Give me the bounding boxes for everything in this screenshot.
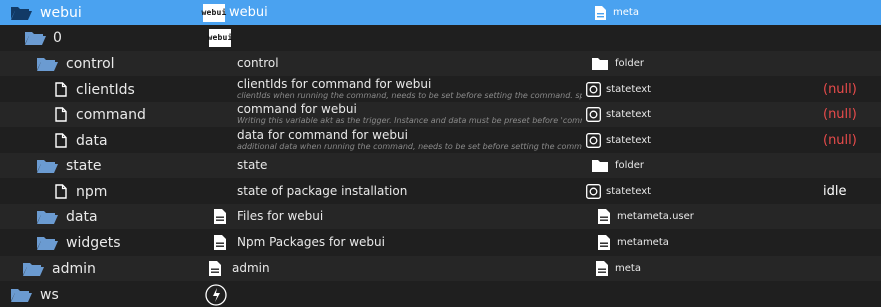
tree-row-description: additional data when running the command… bbox=[237, 142, 582, 151]
tree-row-state[interactable]: state state folder bbox=[0, 153, 881, 178]
tree-row-clientIds[interactable]: clientIds clientIds for command for webu… bbox=[0, 77, 881, 102]
document-icon bbox=[214, 230, 226, 255]
tree-row-title: state bbox=[237, 158, 268, 172]
file-icon bbox=[55, 77, 67, 102]
tree-row-0[interactable]: 0 webui bbox=[0, 25, 881, 50]
tree-row-ws[interactable]: ws bbox=[0, 282, 881, 307]
tree-row-name: 0 bbox=[53, 29, 62, 46]
state-icon bbox=[586, 102, 601, 127]
tree-row-type: statetext bbox=[606, 186, 652, 197]
folder-open-icon[interactable] bbox=[24, 25, 46, 50]
tree-row-name: widgets bbox=[66, 234, 121, 251]
file-icon bbox=[55, 179, 67, 204]
state-icon bbox=[586, 128, 601, 153]
document-icon bbox=[209, 256, 221, 281]
folder-open-icon[interactable] bbox=[22, 256, 44, 281]
tree-row-title: state of package installation bbox=[237, 184, 408, 198]
tree-row-title: command for webui bbox=[237, 102, 357, 116]
folder-open-icon[interactable] bbox=[36, 230, 58, 255]
tree-row-title-block: clientIds for command for webui clientId… bbox=[237, 77, 582, 102]
tree-row-description: clientIds when running the command, need… bbox=[237, 91, 582, 100]
tree-row-value[interactable]: idle bbox=[823, 179, 846, 204]
folder-icon bbox=[592, 51, 608, 76]
tree-row-title: Npm Packages for webui bbox=[237, 235, 385, 249]
webui-logo-icon: webui bbox=[207, 25, 232, 50]
tree-row-title: clientIds for command for webui bbox=[237, 77, 432, 91]
tree-row-type: metameta bbox=[617, 237, 669, 248]
tree-row-type: statetext bbox=[606, 135, 652, 146]
tree-row-type: meta bbox=[613, 7, 639, 18]
tree-row-control[interactable]: control control folder bbox=[0, 51, 881, 76]
tree-row-admin[interactable]: admin admin meta bbox=[0, 256, 881, 281]
tree-row-title: Files for webui bbox=[237, 209, 324, 223]
tree-row-name: data bbox=[76, 132, 108, 149]
tree-row-type: statetext bbox=[606, 84, 652, 95]
folder-open-icon[interactable] bbox=[36, 153, 58, 178]
tree-row-value[interactable]: (null) bbox=[823, 102, 857, 127]
tree-row-name: ws bbox=[40, 286, 59, 303]
tree-row-webui[interactable]: webui webui webui meta bbox=[0, 0, 881, 25]
tree-row-title-block: data for command for webui additional da… bbox=[237, 128, 582, 153]
file-icon bbox=[55, 128, 67, 153]
folder-open-icon[interactable] bbox=[36, 204, 58, 229]
tree-row-name: clientIds bbox=[76, 81, 135, 98]
tree-row-name: data bbox=[66, 208, 98, 225]
ws-logo-icon bbox=[205, 282, 227, 307]
folder-open-icon[interactable] bbox=[10, 0, 32, 25]
tree-row-command[interactable]: command command for webui Writing this v… bbox=[0, 102, 881, 127]
webui-logo-icon: webui bbox=[201, 0, 226, 25]
tree-row-type: folder bbox=[615, 58, 645, 69]
tree-row-name: webui bbox=[40, 4, 82, 21]
tree-row-description: Writing this variable akt as the trigger… bbox=[237, 116, 582, 125]
tree-row-name: npm bbox=[76, 183, 108, 200]
tree-row-value[interactable]: (null) bbox=[823, 128, 857, 153]
tree-row-name: control bbox=[66, 55, 115, 72]
document-icon bbox=[595, 0, 606, 25]
tree-row-title: data for command for webui bbox=[237, 128, 408, 142]
tree-row-type: statetext bbox=[606, 109, 652, 120]
document-icon bbox=[214, 204, 226, 229]
tree-row-title: control bbox=[237, 56, 279, 70]
tree-row-data[interactable]: data data for command for webui addition… bbox=[0, 128, 881, 153]
folder-icon bbox=[592, 153, 608, 178]
tree-row-value[interactable]: (null) bbox=[823, 77, 857, 102]
state-icon bbox=[586, 179, 601, 204]
tree-row-title: webui bbox=[229, 5, 268, 20]
tree-row-title: admin bbox=[232, 261, 270, 275]
tree-row-title-block: command for webui Writing this variable … bbox=[237, 102, 582, 127]
document-icon bbox=[598, 230, 610, 255]
state-icon bbox=[586, 77, 601, 102]
tree-row-name: state bbox=[66, 157, 102, 174]
tree-row-type: folder bbox=[615, 160, 645, 171]
tree-row-npm[interactable]: npm state of package installation statet… bbox=[0, 179, 881, 204]
folder-open-icon[interactable] bbox=[36, 51, 58, 76]
tree-row-data-files[interactable]: data Files for webui metameta.user bbox=[0, 204, 881, 229]
folder-open-icon[interactable] bbox=[10, 282, 32, 307]
document-icon bbox=[598, 204, 610, 229]
document-icon bbox=[596, 256, 608, 281]
tree-row-name: admin bbox=[52, 260, 96, 277]
tree-row-type: meta bbox=[615, 263, 641, 274]
file-icon bbox=[55, 102, 67, 127]
tree-row-widgets[interactable]: widgets Npm Packages for webui metameta bbox=[0, 230, 881, 255]
tree-row-type: metameta.user bbox=[617, 211, 694, 222]
tree-row-name: command bbox=[76, 106, 146, 123]
